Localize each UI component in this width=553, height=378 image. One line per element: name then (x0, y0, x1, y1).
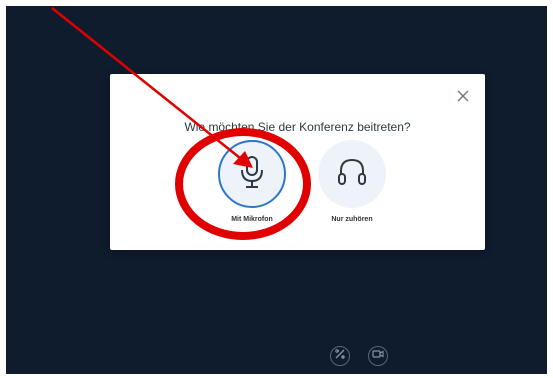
option-label-microphone: Mit Mikrofon (231, 216, 273, 223)
listen-only-button[interactable]: Nur zuhören (307, 140, 397, 223)
headphones-circle (318, 140, 386, 208)
video-camera-button[interactable] (368, 346, 388, 366)
microphone-icon (237, 154, 267, 195)
video-camera-icon (372, 347, 384, 365)
close-icon[interactable] (455, 88, 471, 104)
join-audio-dialog: Wie möchten Sie der Konferenz beitreten?… (110, 74, 485, 250)
screen-share-icon (334, 347, 346, 365)
microphone-circle (218, 140, 286, 208)
option-label-listen-only: Nur zuhören (331, 216, 373, 223)
join-with-microphone-button[interactable]: Mit Mikrofon (207, 140, 297, 223)
screen-share-button[interactable] (330, 346, 350, 366)
headphones-icon (335, 155, 369, 194)
dialog-title: Wie möchten Sie der Konferenz beitreten? (184, 120, 411, 134)
